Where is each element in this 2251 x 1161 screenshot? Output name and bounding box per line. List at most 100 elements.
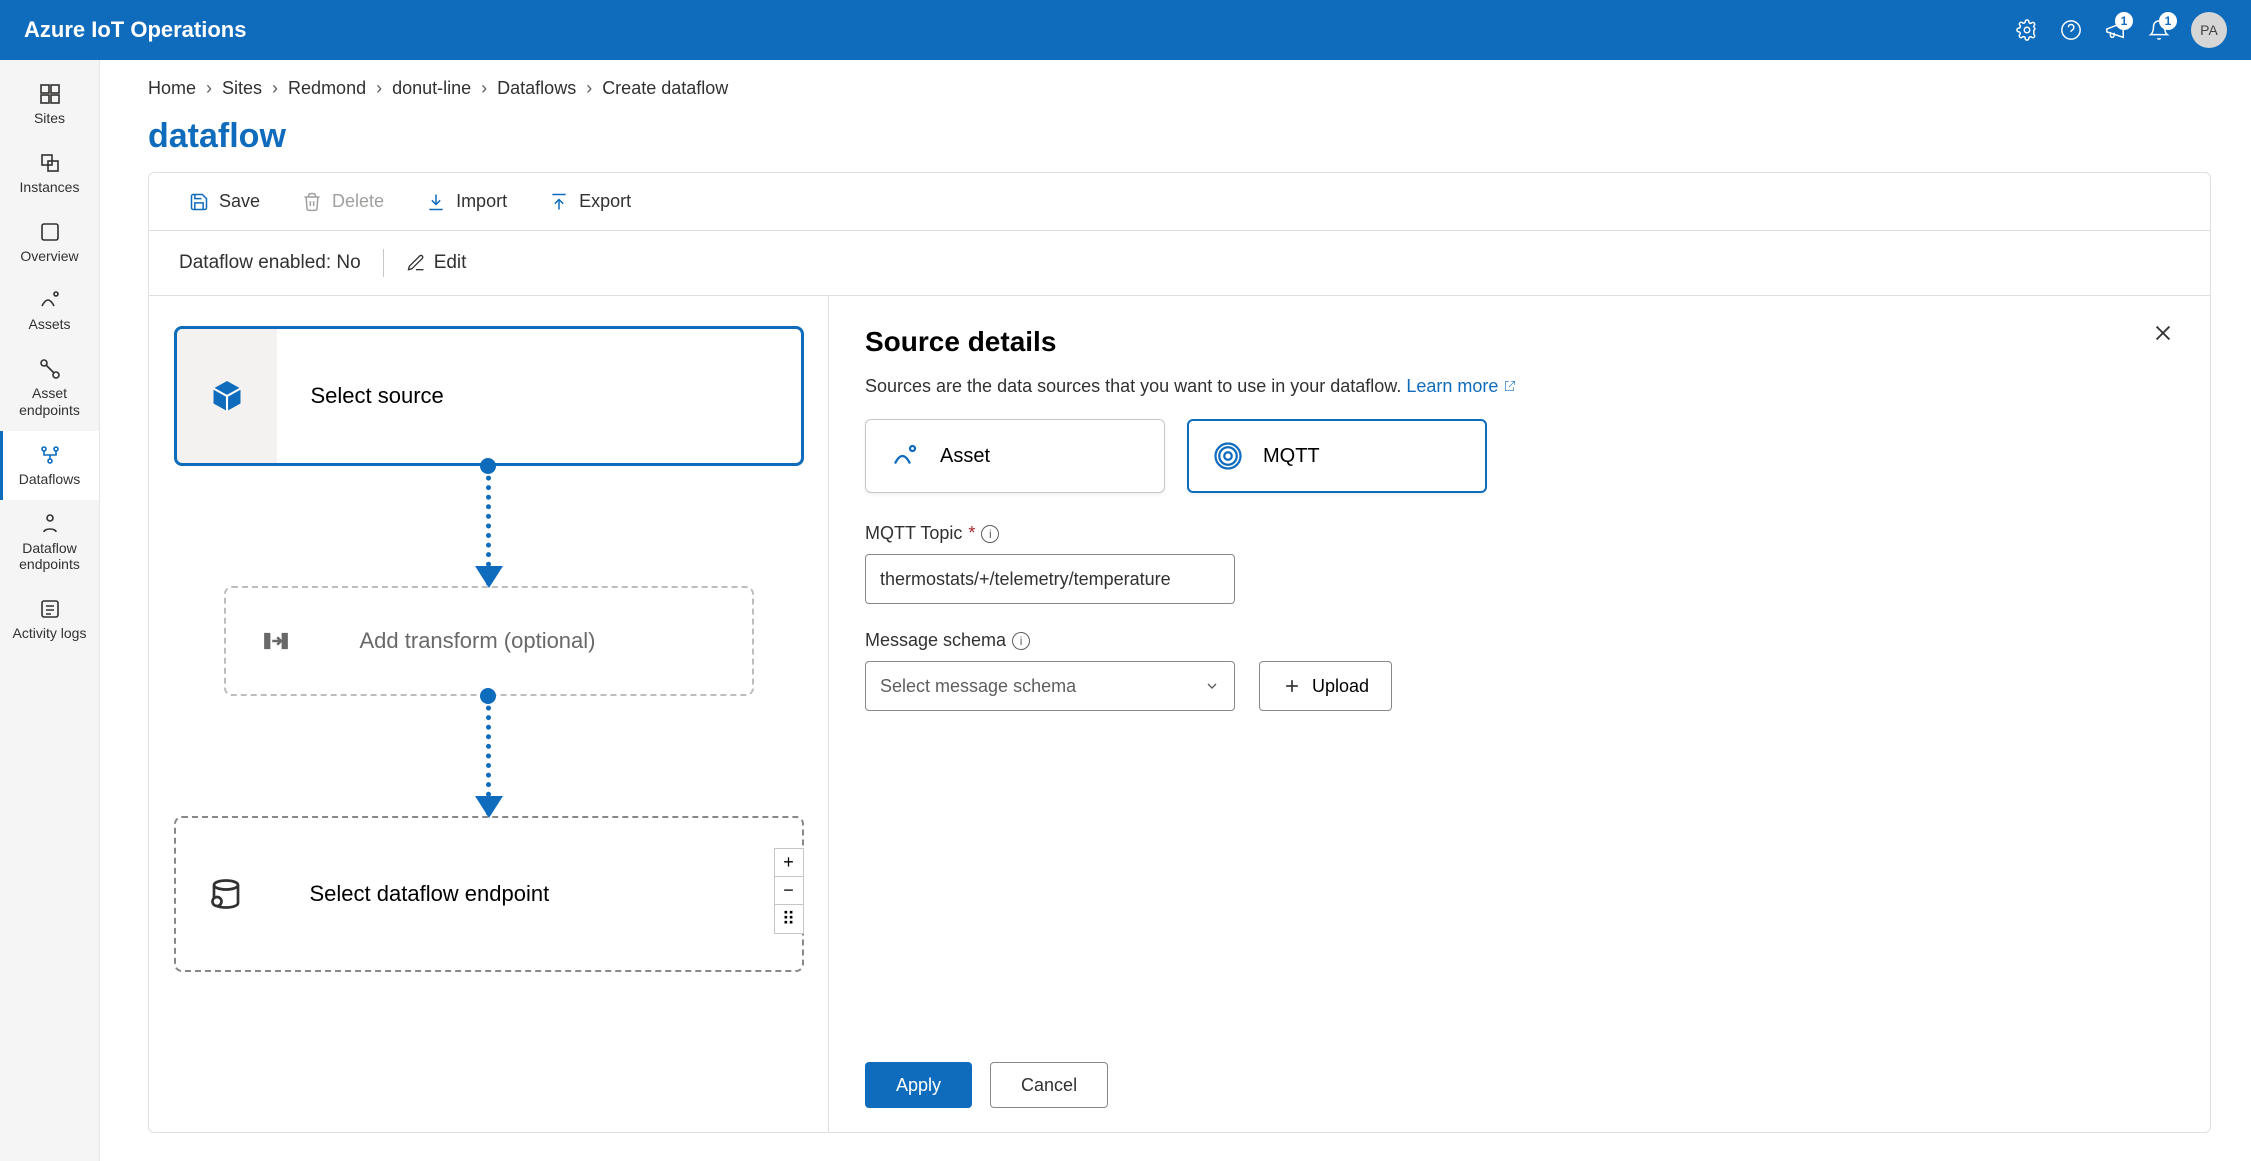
export-icon (549, 192, 569, 212)
import-button[interactable]: Import (426, 191, 507, 212)
export-button[interactable]: Export (549, 191, 631, 212)
gear-icon (2016, 19, 2038, 41)
node-add-transform[interactable]: Add transform (optional) (224, 586, 754, 696)
node-label: Add transform (optional) (360, 628, 596, 654)
header-bar: Azure IoT Operations 1 1 PA (0, 0, 2251, 60)
details-title: Source details (865, 326, 2170, 358)
schema-label: Message schema i (865, 630, 2170, 651)
node-select-source[interactable]: Select source (174, 326, 804, 466)
cube-icon (209, 378, 245, 414)
option-label: Asset (940, 445, 990, 468)
breadcrumbs: Home› Sites› Redmond› donut-line› Datafl… (148, 78, 2211, 99)
zoom-out-button[interactable]: − (775, 877, 803, 905)
crumb-sites[interactable]: Sites (222, 78, 262, 99)
notifications-button[interactable]: 1 (2137, 8, 2181, 52)
learn-more-link[interactable]: Learn more (1406, 376, 1517, 396)
rail-item-asset-endpoints[interactable]: Asset endpoints (0, 345, 99, 431)
assets-icon (38, 288, 62, 312)
source-option-mqtt[interactable]: MQTT (1187, 419, 1487, 493)
mqtt-topic-input[interactable] (865, 554, 1235, 604)
asset-endpoints-icon (38, 357, 62, 381)
rail-label: Overview (20, 248, 78, 265)
crumb-redmond[interactable]: Redmond (288, 78, 366, 99)
endpoint-controls: + − ⠿ (774, 848, 804, 934)
save-label: Save (219, 191, 260, 212)
overview-icon (38, 220, 62, 244)
transform-icon (261, 626, 291, 656)
rail-label: Asset endpoints (4, 385, 95, 419)
canvas: Select source Add transform (optional) (149, 296, 829, 1132)
chevron-down-icon (1204, 678, 1220, 694)
rail-label: Activity logs (13, 625, 87, 642)
endpoint-icon (208, 876, 244, 912)
user-avatar[interactable]: PA (2191, 12, 2227, 48)
rail-item-dataflow-endpoints[interactable]: Dataflow endpoints (0, 500, 99, 586)
rail-item-dataflows[interactable]: Dataflows (0, 431, 99, 500)
feedback-button[interactable]: 1 (2093, 8, 2137, 52)
edit-label: Edit (434, 252, 467, 274)
mqtt-icon (1213, 441, 1243, 471)
feedback-badge: 1 (2115, 12, 2133, 30)
mqtt-topic-label: MQTT Topic * i (865, 523, 2170, 544)
node-select-endpoint[interactable]: Select dataflow endpoint + − ⠿ (174, 816, 804, 972)
rail-item-assets[interactable]: Assets (0, 276, 99, 345)
settings-button[interactable] (2005, 8, 2049, 52)
upload-button[interactable]: Upload (1259, 661, 1392, 711)
schema-select[interactable]: Select message schema (865, 661, 1235, 711)
rail-item-overview[interactable]: Overview (0, 208, 99, 277)
rail-item-sites[interactable]: Sites (0, 70, 99, 139)
connector-1 (486, 466, 491, 586)
dataflow-endpoints-icon (38, 512, 62, 536)
status-edit-link[interactable]: Edit (406, 252, 467, 274)
status-divider (383, 249, 384, 277)
save-button[interactable]: Save (189, 191, 260, 212)
edit-icon (406, 253, 426, 273)
pan-button[interactable]: ⠿ (775, 905, 803, 933)
crumb-current: Create dataflow (602, 78, 728, 99)
nav-rail: Sites Instances Overview Assets Asset en… (0, 60, 100, 1161)
main-area: Home› Sites› Redmond› donut-line› Datafl… (100, 60, 2251, 1161)
connector-2 (486, 696, 491, 816)
zoom-in-button[interactable]: + (775, 849, 803, 877)
help-button[interactable] (2049, 8, 2093, 52)
status-row: Dataflow enabled: No Edit (149, 231, 2210, 295)
notifications-badge: 1 (2159, 12, 2177, 30)
close-details-button[interactable] (2152, 322, 2174, 349)
rail-label: Instances (20, 179, 80, 196)
required-marker: * (968, 523, 975, 544)
rail-label: Dataflow endpoints (4, 540, 95, 574)
close-icon (2152, 322, 2174, 344)
rail-label: Assets (28, 316, 70, 333)
toolbar: Save Delete Import Export (149, 173, 2210, 231)
dataflows-icon (38, 443, 62, 467)
crumb-dataflows[interactable]: Dataflows (497, 78, 576, 99)
option-label: MQTT (1263, 445, 1320, 468)
source-option-asset[interactable]: Asset (865, 419, 1165, 493)
cancel-button[interactable]: Cancel (990, 1062, 1108, 1108)
rail-item-activity-logs[interactable]: Activity logs (0, 585, 99, 654)
delete-icon (302, 192, 322, 212)
plus-icon (1282, 676, 1302, 696)
external-link-icon (1503, 379, 1517, 393)
details-pane: Source details Sources are the data sour… (829, 296, 2210, 1132)
crumb-donut-line[interactable]: donut-line (392, 78, 471, 99)
node-label: Select source (311, 383, 444, 409)
details-subtitle: Sources are the data sources that you wa… (865, 376, 2170, 397)
export-label: Export (579, 191, 631, 212)
info-icon[interactable]: i (1012, 632, 1030, 650)
upload-label: Upload (1312, 676, 1369, 697)
rail-label: Sites (34, 110, 65, 127)
node-label: Select dataflow endpoint (310, 881, 550, 907)
workspace: Select source Add transform (optional) (149, 295, 2210, 1132)
crumb-home[interactable]: Home (148, 78, 196, 99)
page-title: dataflow (148, 117, 2211, 156)
rail-item-instances[interactable]: Instances (0, 139, 99, 208)
info-icon[interactable]: i (981, 525, 999, 543)
panel: Save Delete Import Export Dataflow enabl (148, 172, 2211, 1133)
sites-icon (38, 82, 62, 106)
help-icon (2060, 19, 2082, 41)
product-title: Azure IoT Operations (24, 17, 246, 43)
delete-button: Delete (302, 191, 384, 212)
apply-button[interactable]: Apply (865, 1062, 972, 1108)
import-icon (426, 192, 446, 212)
